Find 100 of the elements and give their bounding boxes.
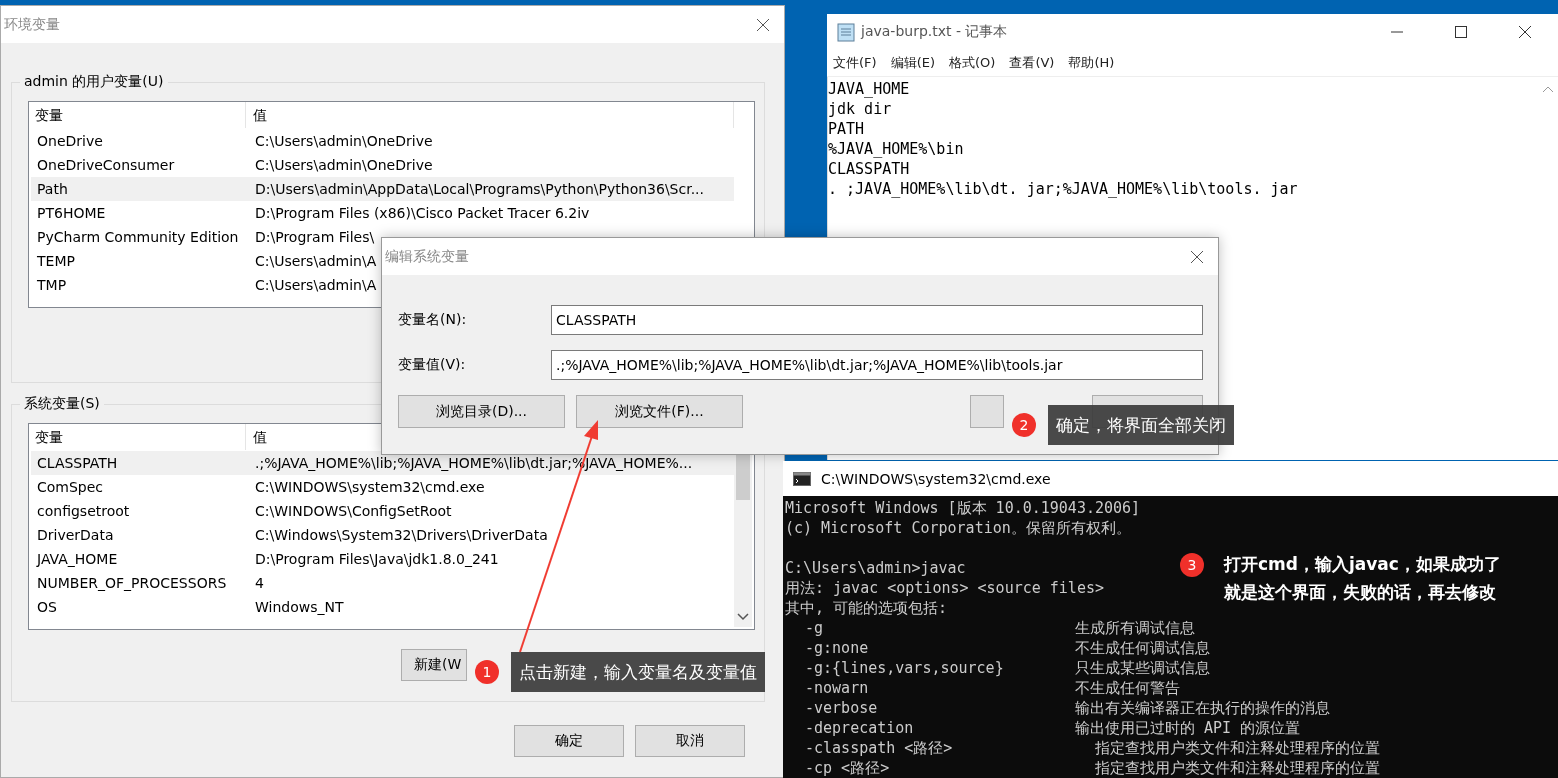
terminal-line: 其中, 可能的选项包括: — [785, 598, 948, 618]
list-row[interactable]: NUMBER_OF_PROCESSORS 4 — [31, 571, 734, 595]
option-description: 生成所有调试信息 — [1075, 618, 1195, 638]
table-cell-text: C:\Users\admin\A — [254, 277, 377, 293]
scroll-up-icon[interactable] — [1542, 85, 1554, 93]
table-cell-text: C:\Users\admin\OneDrive — [254, 157, 433, 173]
text-line: JAVA_HOME — [828, 79, 911, 99]
text-line: %JAVA_HOME%\bin — [828, 139, 965, 159]
option-description: 指定查找用户类文件和注释处理程序的位置 — [1094, 758, 1380, 778]
option-label: -cp <路径> — [804, 758, 891, 778]
list-row[interactable]: DriverData C:\Windows\System32\Drivers\DriverData — [31, 523, 734, 547]
table-cell-text: NUMBER_OF_PROCESSORS — [36, 575, 228, 591]
table-cell-text: PyCharm Community Edition — [36, 229, 240, 245]
table-cell-text: OneDriveConsumer — [36, 157, 176, 173]
scroll-down-icon[interactable] — [737, 613, 749, 621]
column-header[interactable]: 变量 — [29, 102, 246, 128]
table-cell-text: DriverData — [36, 527, 115, 543]
text-line: . ;JAVA_HOME%\lib\dt. jar;%JAVA_HOME%\lib\tools. jar — [828, 179, 1299, 199]
table-cell-text: C:\Windows\System32\Drivers\DriverData — [254, 527, 548, 543]
text-line: jdk dir — [828, 99, 893, 119]
menu-item[interactable]: 编辑(E) — [890, 54, 935, 72]
option-description: 输出有关编译器正在执行的操作的消息 — [1075, 698, 1330, 718]
table-cell-text: D:\Users\admin\AppData\Local\Programs\Python\Python36\Scr... — [254, 181, 704, 197]
text-line: CLASSPATH — [828, 159, 911, 179]
window-title: C:\WINDOWS\system32\cmd.exe — [821, 470, 1051, 487]
table-cell-text: C:\Users\admin\A — [254, 253, 377, 269]
annotation-text: 打开cmd，输入javac，如果成功了 就是这个界面，失败的话，再去修改 — [1224, 553, 1501, 604]
new-button[interactable]: 新建(W — [401, 649, 467, 681]
list-row[interactable]: OS Windows_NT — [31, 595, 734, 619]
option-label: -verbose — [804, 698, 879, 718]
close-icon[interactable] — [1518, 25, 1532, 39]
terminal-line: C:\Users\admin>javac — [785, 558, 966, 578]
option-description: 指定查找用户类文件和注释处理程序的位置 — [1094, 738, 1380, 758]
table-cell-text: D:\Program Files (x86)\Cisco Packet Tracer 6.2iv — [254, 205, 590, 221]
terminal-line: (c) Microsoft Corporation。保留所有权利。 — [785, 518, 1131, 538]
option-description: 只生成某些调试信息 — [1075, 658, 1210, 678]
input-field[interactable]: .;%JAVA_HOME%\lib;%JAVA_HOME%\lib\dt.jar;%JAVA_HOME%\lib\tools.jar — [551, 350, 1203, 380]
menu-item[interactable]: 帮助(H) — [1068, 54, 1115, 72]
list-row[interactable]: configsetroot C:\WINDOWS\ConfigSetRoot — [31, 499, 734, 523]
table-cell-text: C:\Users\admin\OneDrive — [254, 133, 433, 149]
text-line: PATH — [828, 119, 866, 139]
option-description: 不生成任何警告 — [1075, 678, 1180, 698]
window-title: 编辑系统变量 — [385, 247, 469, 266]
browse-button[interactable]: 浏览目录(D)... — [398, 395, 565, 428]
input-field[interactable]: CLASSPATH — [551, 305, 1203, 335]
table-cell-text: C:\WINDOWS\ConfigSetRoot — [254, 503, 452, 519]
field-label: 变量值(V): — [398, 356, 467, 374]
close-icon[interactable] — [756, 17, 770, 32]
field-label: 变量名(N): — [398, 311, 468, 329]
table-cell-text: configsetroot — [36, 503, 131, 519]
table-cell-text: PT6HOME — [36, 205, 107, 221]
table-cell-text: TMP — [36, 277, 68, 293]
table-cell-text: TEMP — [36, 253, 76, 269]
option-label: -g:{lines,vars,source} — [804, 658, 1005, 678]
table-cell-text: C:\WINDOWS\system32\cmd.exe — [254, 479, 485, 495]
option-label: -g:none — [804, 638, 870, 658]
list-row[interactable]: OneDrive C:\Users\admin\OneDrive — [31, 129, 734, 153]
table-cell-text: CLASSPATH — [36, 455, 119, 471]
group-label: 系统变量(S) — [23, 395, 101, 413]
terminal-line: Microsoft Windows [版本 10.0.19043.2006] — [785, 498, 1141, 518]
column-header[interactable]: 值 — [246, 102, 734, 128]
menu-item[interactable]: 查看(V) — [1009, 54, 1055, 72]
option-description: 不生成任何调试信息 — [1075, 638, 1210, 658]
menu-item[interactable]: 格式(O) — [949, 54, 996, 72]
option-label: -deprecation — [804, 718, 915, 738]
list-row[interactable]: JAVA_HOME D:\Program Files\Java\jdk1.8.0_241 — [31, 547, 734, 571]
menu-item[interactable]: 文件(F) — [833, 54, 877, 72]
table-cell-text: Windows_NT — [254, 599, 344, 615]
notepad-icon — [837, 22, 855, 42]
close-icon[interactable] — [1190, 249, 1204, 264]
browse-button[interactable]: 浏览文件(F)... — [576, 395, 743, 428]
list-row[interactable]: OneDriveConsumer C:\Users\admin\OneDrive — [31, 153, 734, 177]
window-title: java-burp.txt - 记事本 — [861, 23, 1009, 41]
table-cell-text: D:\Program Files\Java\jdk1.8.0_241 — [254, 551, 499, 567]
scrollbar-thumb[interactable] — [736, 452, 750, 500]
group-label: admin 的用户变量(U) — [23, 73, 165, 91]
list-row[interactable]: Path D:\Users\admin\AppData\Local\Programs\Python\Python36\Scr... — [31, 177, 734, 201]
option-label: -nowarn — [804, 678, 870, 698]
list-row[interactable]: PT6HOME D:\Program Files (x86)\Cisco Packet Tracer 6.2iv — [31, 201, 734, 225]
table-cell-text: Path — [36, 181, 69, 197]
list-row[interactable]: ComSpec C:\WINDOWS\system32\cmd.exe — [31, 475, 734, 499]
callout-tooltip: 确定，将界面全部关闭 — [1048, 405, 1234, 445]
option-description: 输出使用已过时的 API 的源位置 — [1075, 718, 1301, 738]
column-header[interactable]: 变量 — [29, 424, 246, 450]
table-cell-text: D:\Program Files\ — [254, 229, 375, 245]
dialog-button[interactable]: 取消 — [635, 725, 745, 757]
option-label: -classpath <路径> — [804, 738, 954, 758]
table-cell-text: JAVA_HOME — [35, 551, 119, 567]
table-cell-text: ComSpec — [36, 479, 105, 495]
table-cell-text: OneDrive — [36, 133, 104, 149]
table-cell-text: 4 — [254, 575, 264, 591]
window-title: 环境变量 — [4, 15, 60, 34]
dialog-button[interactable]: 确定 — [514, 725, 624, 757]
callout-tooltip: 点击新建，输入变量名及变量值 — [511, 652, 765, 692]
terminal-line: 用法: javac <options> <source files> — [785, 578, 1104, 598]
option-label: -g — [804, 618, 825, 638]
terminal-icon — [793, 471, 811, 486]
maximize-icon[interactable] — [1454, 25, 1468, 39]
scrollbar[interactable] — [734, 452, 752, 627]
table-cell-text: OS — [36, 599, 58, 615]
